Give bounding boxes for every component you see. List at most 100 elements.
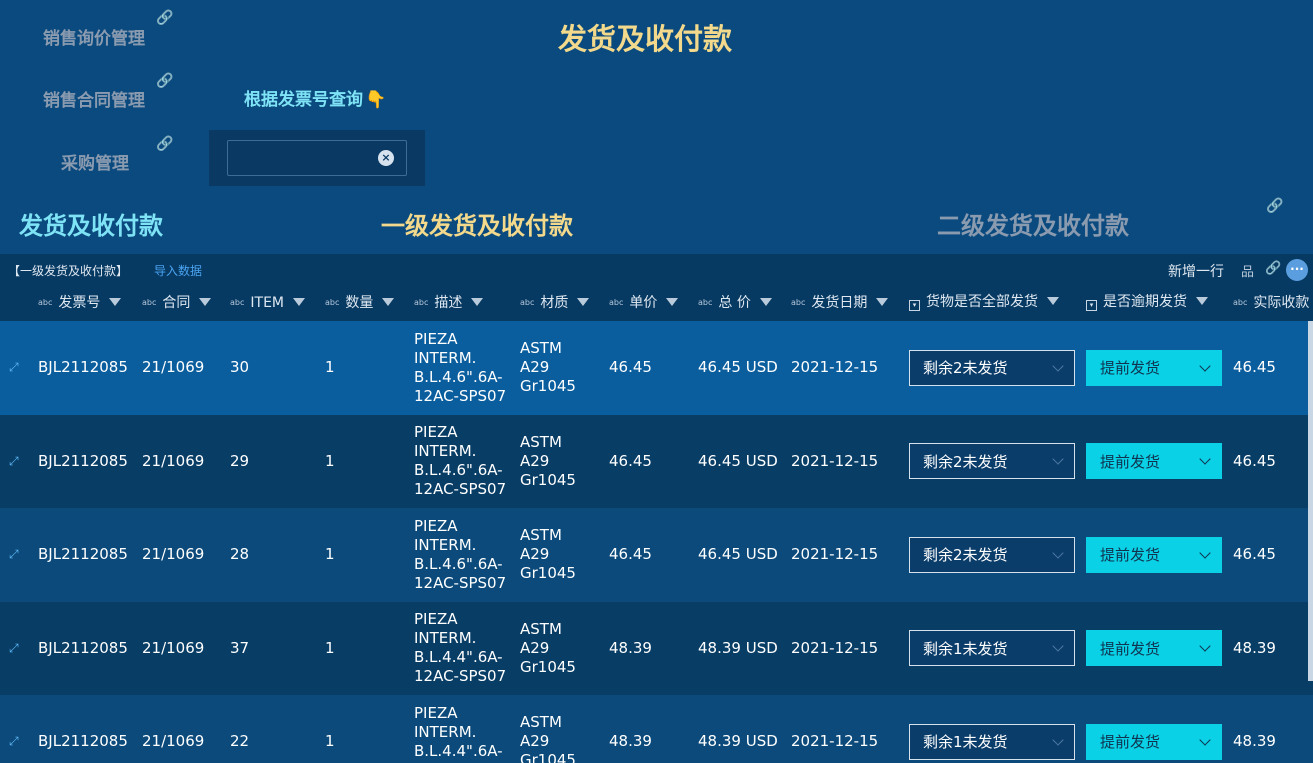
table-row[interactable]: ⤢ BJL2112085 21/1069 30 1 46.45 46.45 USD 2021-… [0, 321, 1313, 415]
column-header-desc[interactable]: abc 描述 [414, 286, 484, 321]
filter-icon[interactable] [577, 298, 590, 306]
import-data-link[interactable]: 导入数据 [154, 262, 202, 279]
filter-icon[interactable] [1047, 297, 1059, 305]
nav-item-purchase[interactable]: 采购管理 [61, 149, 129, 174]
text-type-icon: abc [1233, 298, 1248, 307]
shipment-status-select[interactable]: 剩余1未发货 [909, 723, 1075, 760]
filter-icon[interactable] [199, 298, 212, 306]
chevron-down-icon [1199, 546, 1211, 559]
cell-line: Gr1045 [520, 564, 576, 583]
cell-actual: 46.45 [1233, 451, 1276, 470]
table-row[interactable]: ⤢ BJL2112085 21/1069 29 1 46.45 46.45 USD 2021-… [0, 414, 1313, 509]
tab-level2-shipping-payment[interactable]: 二级发货及收付款 [937, 206, 1129, 241]
cell-invoice: BJL2112085 [38, 732, 128, 751]
filter-icon[interactable] [109, 298, 122, 306]
filter-icon[interactable] [759, 298, 772, 306]
column-header-qty[interactable]: abc 数量 [325, 286, 395, 321]
cell-line: ASTM [520, 339, 562, 358]
cell-desc: PIEZA INTERM. B.L.4.6".6A- 12AC-SPS07 [414, 508, 506, 602]
filter-icon[interactable] [293, 298, 305, 306]
add-row-button[interactable]: 新增一行 [1168, 261, 1224, 281]
cell-invoice: BJL2112085 [38, 358, 128, 377]
cell-total: 46.45 USD [698, 545, 778, 564]
column-header-label: 实际收款 [1253, 295, 1310, 311]
shipment-status-select[interactable]: 剩余2未发货 [909, 443, 1075, 479]
cell-line: PIEZA [414, 516, 458, 535]
cell-desc: PIEZA INTERM. B.L.4.6".6A- 12AC-SPS07 [414, 415, 506, 509]
column-header-material[interactable]: abc 材质 [520, 286, 590, 321]
cell-line: A29 [520, 732, 550, 751]
column-header-label: ITEM [250, 295, 284, 311]
nav-item-sales-contract[interactable]: 销售合同管理 [43, 86, 145, 111]
cell-unit-price: 46.45 [609, 451, 652, 470]
vertical-scrollbar[interactable] [1308, 321, 1313, 681]
query-label-text: 根据发票号查询 [244, 90, 363, 110]
column-header-total[interactable]: abc 总 价 [698, 286, 772, 321]
tab-level1-shipping-payment[interactable]: 一级发货及收付款 [381, 206, 573, 241]
column-header-contract[interactable]: abc 合同 [142, 286, 212, 321]
column-header-label: 数量 [345, 295, 374, 311]
cell-item: 37 [230, 638, 250, 657]
page-title: 发货及收付款 [558, 22, 733, 56]
table-row[interactable]: ⤢ BJL2112085 21/1069 22 1 48.39 48.39 USD 2021-… [0, 695, 1313, 763]
expand-row-icon[interactable]: ⤢ [9, 508, 19, 602]
clear-icon[interactable]: × [378, 150, 394, 166]
cell-line: A29 [520, 358, 550, 377]
filter-icon[interactable] [666, 298, 679, 306]
table-row[interactable]: ⤢ BJL2112085 21/1069 28 1 46.45 46.45 USD 2021-… [0, 508, 1313, 602]
column-header-label: 材质 [540, 295, 569, 311]
expand-row-icon[interactable]: ⤢ [9, 321, 19, 415]
filter-icon[interactable] [1196, 297, 1208, 305]
expand-row-icon[interactable]: ⤢ [9, 695, 19, 763]
text-type-icon: abc [38, 298, 53, 307]
overdue-status-select[interactable]: 提前发货 [1086, 723, 1222, 760]
select-value: 剩余2未发货 [923, 359, 1008, 377]
cell-line: Gr1045 [520, 657, 576, 676]
expand-row-icon[interactable]: ⤢ [9, 602, 19, 696]
column-header-unit-price[interactable]: abc 单价 [609, 286, 679, 321]
cell-item: 29 [230, 451, 250, 470]
tab-shipping-payment[interactable]: 发货及收付款 [19, 206, 163, 241]
cell-line: 12AC-SPS07 [414, 667, 507, 686]
link-icon[interactable]: 🔗 [1265, 261, 1281, 276]
grid-title: 【一级发货及收付款】 [8, 264, 129, 278]
filter-icon[interactable] [382, 298, 395, 306]
select-value: 剩余1未发货 [923, 639, 1008, 658]
sitemap-icon[interactable]: 品 [1241, 261, 1254, 280]
shipment-status-select[interactable]: 剩余2未发货 [909, 349, 1075, 386]
cell-line: B.L.4.4".6A- [414, 741, 503, 760]
overdue-status-select[interactable]: 提前发货 [1086, 536, 1222, 573]
cell-contract: 21/1069 [142, 451, 205, 470]
table-row[interactable]: ⤢ BJL2112085 21/1069 37 1 48.39 48.39 USD 2021-… [0, 601, 1313, 696]
link-icon[interactable]: 🔗 [156, 136, 173, 152]
text-type-icon: abc [791, 298, 806, 307]
cell-line: INTERM. [414, 348, 477, 367]
column-header-actual[interactable]: abc 实际收款 [1233, 286, 1309, 321]
filter-icon[interactable] [876, 298, 889, 306]
column-header-all-shipped[interactable]: ▾ 货物是否全部发货 [909, 286, 1059, 321]
cell-actual: 46.45 [1233, 358, 1276, 377]
cell-ship-date: 2021-12-15 [791, 358, 879, 377]
filter-icon[interactable] [471, 298, 484, 306]
chevron-down-icon [1052, 359, 1064, 372]
expand-row-icon[interactable]: ⤢ [9, 415, 19, 509]
shipment-status-select[interactable]: 剩余1未发货 [909, 630, 1075, 666]
link-icon[interactable]: 🔗 [156, 10, 173, 26]
nav-item-sales-inquiry[interactable]: 销售询价管理 [43, 24, 145, 49]
column-header-item[interactable]: abc ITEM [230, 286, 305, 321]
overdue-status-select[interactable]: 提前发货 [1086, 349, 1222, 386]
cell-unit-price: 48.39 [609, 638, 652, 657]
overdue-status-select[interactable]: 提前发货 [1086, 630, 1222, 666]
cell-line: ASTM [520, 432, 562, 451]
column-header-label: 是否逾期发货 [1103, 294, 1187, 310]
link-icon[interactable]: 🔗 [156, 73, 173, 89]
column-header-invoice[interactable]: abc 发票号 [38, 286, 122, 321]
cell-item: 30 [230, 358, 250, 377]
column-header-ship-date[interactable]: abc 发货日期 [791, 286, 889, 321]
more-icon[interactable]: ··· [1286, 259, 1308, 281]
overdue-status-select[interactable]: 提前发货 [1086, 443, 1222, 479]
column-header-label: 描述 [434, 295, 463, 311]
column-header-overdue[interactable]: ▾ 是否逾期发货 [1086, 286, 1208, 321]
shipment-status-select[interactable]: 剩余2未发货 [909, 536, 1075, 573]
link-icon[interactable]: 🔗 [1266, 198, 1283, 214]
